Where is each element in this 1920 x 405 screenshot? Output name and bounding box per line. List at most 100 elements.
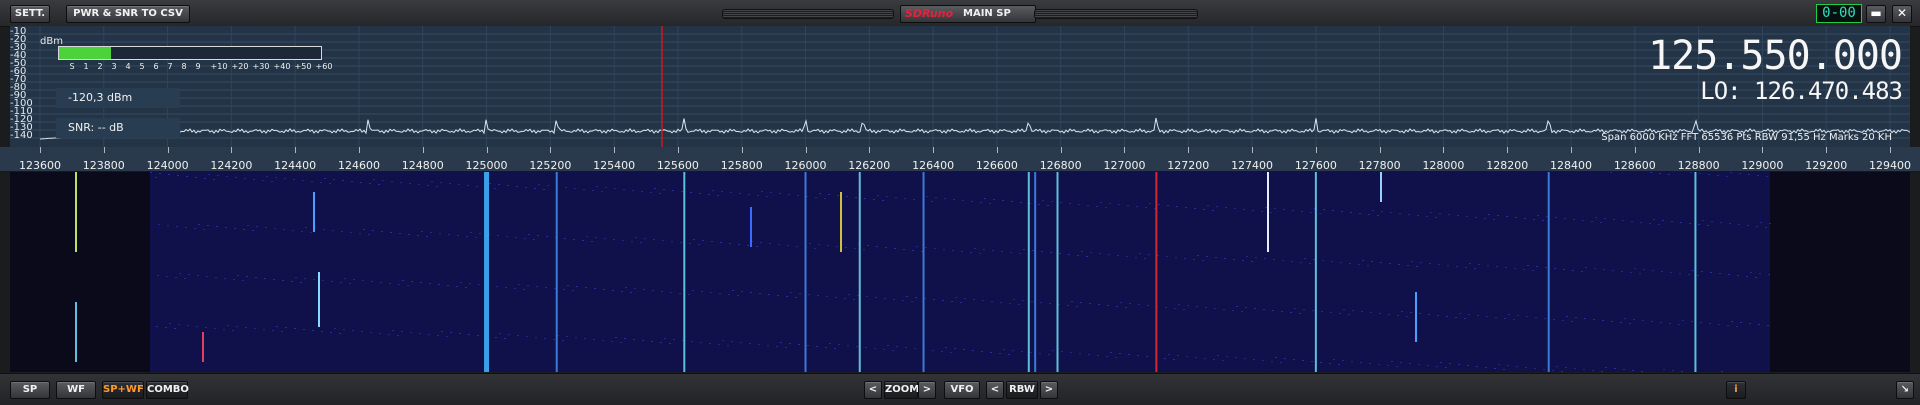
settings-button[interactable]: SETT.: [10, 5, 50, 23]
spectrum-display[interactable]: [10, 26, 1910, 147]
waterfall-noise: [1503, 369, 1505, 370]
waterfall-noise: [605, 187, 607, 188]
waterfall-noise: [1032, 250, 1034, 251]
waterfall-noise: [845, 247, 847, 248]
waterfall-noise: [1767, 325, 1769, 326]
waterfall-noise: [1069, 203, 1071, 204]
rbw-prev-button[interactable]: <: [986, 381, 1004, 399]
waterfall-noise: [971, 201, 973, 202]
resize-grip-icon[interactable]: ↘: [1896, 381, 1914, 399]
waterfall-noise: [664, 338, 666, 339]
waterfall-noise: [159, 173, 161, 174]
waterfall-noise: [1750, 272, 1752, 273]
waterfall-noise: [1168, 354, 1170, 355]
waterfall-noise: [226, 176, 228, 177]
sp-wf-mode-button[interactable]: SP+WF: [102, 381, 144, 399]
waterfall-noise: [961, 251, 963, 252]
axis-tick-label: 124000: [146, 159, 189, 172]
waterfall-noise: [1552, 370, 1554, 371]
waterfall-noise: [399, 233, 401, 234]
waterfall-noise: [622, 240, 624, 241]
waterfall-noise: [633, 339, 635, 340]
waterfall-noise: [903, 249, 905, 250]
waterfall-noise: [188, 274, 190, 275]
waterfall-noise: [1410, 312, 1412, 313]
waterfall-noise: [1542, 220, 1544, 221]
waterfall-noise: [350, 232, 352, 233]
s-meter-tick: 6: [153, 62, 159, 71]
waterfall-noise: [409, 183, 411, 184]
waterfall-noise: [952, 250, 954, 251]
waterfall-noise: [1397, 315, 1399, 316]
waterfall-noise: [438, 284, 440, 285]
waterfall-noise: [417, 235, 419, 236]
waterfall-noise: [760, 242, 762, 243]
waterfall-noise: [835, 297, 837, 298]
vfo-button[interactable]: VFO: [944, 381, 980, 399]
zoom-out-button[interactable]: <: [864, 381, 882, 399]
axis-tick-label: 126800: [1039, 159, 1082, 172]
waterfall-noise: [1416, 266, 1418, 267]
waterfall-noise: [943, 249, 945, 250]
spectrum-plot: [10, 26, 1910, 147]
pwr-snr-csv-button[interactable]: PWR & SNR TO CSV: [66, 5, 190, 23]
waterfall-noise: [1571, 321, 1573, 322]
waterfall-noise: [1380, 262, 1382, 263]
waterfall-noise: [567, 285, 569, 286]
waterfall-noise: [1158, 204, 1160, 205]
waterfall-noise: [1575, 317, 1577, 318]
waterfall-noise: [983, 249, 985, 250]
waterfall-noise: [692, 290, 694, 291]
waterfall-noise: [517, 335, 519, 336]
waterfall-noise: [693, 239, 695, 240]
waterfall-noise: [1225, 207, 1227, 208]
waterfall-noise: [1176, 206, 1178, 207]
waterfall-noise: [1204, 358, 1206, 359]
combo-mode-button[interactable]: COMBO: [146, 381, 189, 399]
waterfall-noise: [1718, 324, 1720, 325]
waterfall-noise: [1360, 362, 1362, 363]
s-meter-tick: +50: [294, 62, 312, 71]
waterfall-noise: [1271, 361, 1273, 362]
waterfall-noise: [1738, 224, 1740, 225]
waterfall-noise: [1670, 272, 1672, 273]
waterfall-display[interactable]: [10, 172, 1910, 372]
waterfall-noise: [1047, 205, 1049, 206]
drag-grip-left[interactable]: [722, 9, 894, 19]
waterfall-noise: [1438, 264, 1440, 265]
waterfall-noise: [1246, 256, 1248, 257]
waterfall-noise: [538, 184, 540, 185]
drag-grip-right[interactable]: [1034, 9, 1198, 19]
waterfall-noise: [470, 232, 472, 233]
frequency-display[interactable]: 125.550.000: [1648, 34, 1903, 78]
waterfall-noise: [1264, 258, 1266, 259]
minimize-button[interactable]: ▬: [1866, 5, 1886, 23]
waterfall-noise: [1331, 261, 1333, 262]
waterfall-noise: [216, 226, 218, 227]
waterfall-noise: [1430, 212, 1432, 213]
wf-mode-button[interactable]: WF: [56, 381, 96, 399]
waterfall-noise: [1639, 273, 1641, 274]
waterfall-noise: [329, 183, 331, 184]
waterfall-noise: [207, 225, 209, 226]
bottom-toolbar: SP WF SP+WF COMBO < ZOOM > VFO < RBW > i…: [0, 373, 1920, 405]
waterfall-noise: [1052, 350, 1054, 351]
waterfall-noise: [1077, 255, 1079, 256]
waterfall-noise: [1760, 222, 1762, 223]
waterfall-noise: [369, 183, 371, 184]
info-icon[interactable]: i: [1726, 381, 1746, 399]
title-bar: SETT. PWR & SNR TO CSV SDRuno MAIN SP 0-…: [0, 0, 1920, 27]
sp-mode-button[interactable]: SP: [10, 381, 50, 399]
waterfall-noise: [721, 191, 723, 192]
frequency-axis[interactable]: 123600 123800 124000 124200 124400 124600 1248…: [0, 147, 1920, 172]
close-button[interactable]: ✕: [1892, 5, 1912, 23]
zoom-in-button[interactable]: >: [918, 381, 936, 399]
waterfall-noise: [906, 296, 908, 297]
waterfall-noise: [913, 199, 915, 200]
waterfall-noise: [247, 225, 249, 226]
rbw-next-button[interactable]: >: [1040, 381, 1058, 399]
waterfall-noise: [1604, 218, 1606, 219]
lo-frequency-display[interactable]: LO: 126.470.483: [1700, 78, 1903, 104]
waterfall-noise: [741, 291, 743, 292]
waterfall-noise: [1623, 369, 1625, 370]
